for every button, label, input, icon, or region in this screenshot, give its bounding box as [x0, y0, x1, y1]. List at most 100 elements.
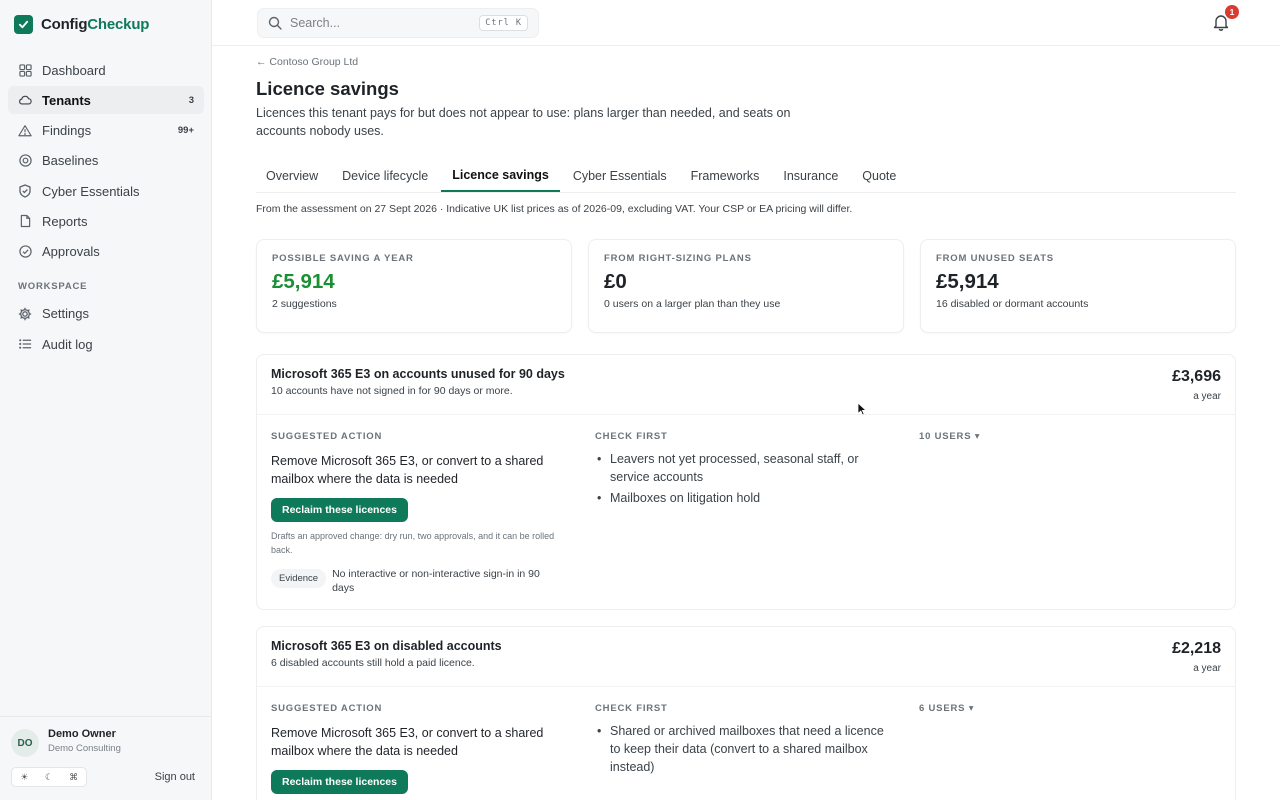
- list-item: Mailboxes on litigation hold: [595, 489, 885, 507]
- sidebar-item-label: Baselines: [42, 153, 99, 169]
- brand-logo[interactable]: ConfigCheckup: [14, 15, 149, 34]
- check-list: Leavers not yet processed, seasonal staf…: [595, 450, 919, 507]
- user-panel: DO Demo Owner Demo Consulting ☀ ☾ ⌘ Sign…: [0, 716, 212, 800]
- users-toggle[interactable]: 6 USERS ▾: [919, 703, 1219, 714]
- brand-suffix: Checkup: [87, 16, 150, 33]
- topbar: Search... Ctrl K 1: [212, 0, 1280, 46]
- users-toggle[interactable]: 10 USERS ▾: [919, 431, 1219, 442]
- tab-quote[interactable]: Quote: [851, 160, 907, 192]
- sidebar-item-audit-log[interactable]: Audit log: [8, 330, 204, 358]
- warning-triangle-icon: [18, 124, 32, 138]
- sign-out-link[interactable]: Sign out: [155, 771, 195, 783]
- reclaim-licences-button[interactable]: Reclaim these licences: [271, 770, 408, 794]
- search-input[interactable]: Search... Ctrl K: [257, 8, 539, 38]
- action-column: SUGGESTED ACTION Remove Microsoft 365 E3…: [271, 431, 595, 595]
- users-column: 6 USERS ▾: [919, 703, 1219, 794]
- sidebar-item-label: Settings: [42, 306, 89, 322]
- stat-value: £0: [604, 270, 627, 293]
- card-body: SUGGESTED ACTION Remove Microsoft 365 E3…: [257, 415, 1235, 609]
- action-column: SUGGESTED ACTION Remove Microsoft 365 E3…: [271, 703, 595, 794]
- sidebar-item-label: Audit log: [42, 336, 93, 352]
- tab-device-lifecycle[interactable]: Device lifecycle: [331, 160, 439, 192]
- stat-value: £5,914: [936, 270, 999, 293]
- tab-cyber-essentials[interactable]: Cyber Essentials: [562, 160, 678, 192]
- count-badge: 99+: [177, 125, 194, 137]
- evidence-row: Evidence No interactive or non-interacti…: [271, 567, 595, 595]
- sidebar-item-settings[interactable]: Settings: [8, 300, 204, 328]
- check-list: Shared or archived mailboxes that need a…: [595, 722, 919, 776]
- sidebar-item-label: Findings: [42, 123, 92, 139]
- card-header[interactable]: Microsoft 365 E3 on disabled accounts 6 …: [257, 627, 1235, 687]
- sidebar-item-baselines[interactable]: Baselines: [8, 147, 204, 175]
- section-label: CHECK FIRST: [595, 431, 668, 442]
- action-text: Remove Microsoft 365 E3, or convert to a…: [271, 454, 544, 486]
- shield-check-icon: [18, 184, 32, 198]
- card-subtitle: 6 disabled accounts still hold a paid li…: [271, 657, 475, 669]
- check-circle-icon: [18, 245, 32, 259]
- document-icon: [18, 214, 32, 228]
- sidebar-item-dashboard[interactable]: Dashboard: [8, 56, 204, 84]
- sidebar-item-approvals[interactable]: Approvals: [8, 238, 204, 266]
- check-column: CHECK FIRST Leavers not yet processed, s…: [595, 431, 919, 595]
- sun-icon[interactable]: ☀: [12, 768, 37, 786]
- card-subtitle: 10 accounts have not signed in for 90 da…: [271, 385, 513, 397]
- sidebar-item-label: Reports: [42, 213, 88, 229]
- notification-badge: 1: [1225, 5, 1239, 19]
- command-icon[interactable]: ⌘: [61, 768, 86, 786]
- tab-licence-savings[interactable]: Licence savings: [441, 160, 560, 192]
- mouse-cursor-icon: [857, 402, 868, 416]
- card-header[interactable]: Microsoft 365 E3 on accounts unused for …: [257, 355, 1235, 415]
- evidence-tag: Evidence: [271, 569, 327, 588]
- list-item: Leavers not yet processed, seasonal staf…: [595, 450, 885, 486]
- list-item: Shared or archived mailboxes that need a…: [595, 722, 885, 776]
- suggestion-card: Microsoft 365 E3 on disabled accounts 6 …: [256, 626, 1236, 800]
- stat-card-right-sizing: FROM RIGHT-SIZING PLANS £0 0 users on a …: [588, 239, 904, 333]
- grid-icon: [18, 63, 32, 77]
- section-label: SUGGESTED ACTION: [271, 431, 383, 442]
- users-column: 10 USERS ▾: [919, 431, 1219, 595]
- avatar[interactable]: DO: [11, 729, 39, 757]
- search-icon: [268, 16, 282, 30]
- card-amount: £2,218: [1172, 640, 1221, 657]
- pricing-note: From the assessment on 27 Sept 2026 · In…: [256, 203, 853, 215]
- card-period: a year: [1193, 663, 1221, 674]
- tab-insurance[interactable]: Insurance: [772, 160, 849, 192]
- card-title: Microsoft 365 E3 on disabled accounts: [271, 639, 502, 653]
- stat-sub: 16 disabled or dormant accounts: [936, 298, 1089, 310]
- page-description: Licences this tenant pays for but does n…: [256, 106, 791, 138]
- evidence-text: No interactive or non-interactive sign-i…: [332, 568, 540, 594]
- theme-toggle: ☀ ☾ ⌘: [11, 767, 87, 787]
- moon-icon[interactable]: ☾: [37, 768, 62, 786]
- stat-card-unused-seats: FROM UNUSED SEATS £5,914 16 disabled or …: [920, 239, 1236, 333]
- sidebar-item-label: Tenants: [42, 92, 91, 108]
- brand-name: ConfigCheckup: [41, 16, 149, 33]
- section-label: SUGGESTED ACTION: [271, 703, 383, 714]
- page-title: Licence savings: [256, 78, 399, 99]
- sidebar-item-findings[interactable]: Findings 99+: [8, 117, 204, 145]
- sidebar-item-tenants[interactable]: Tenants 3: [8, 86, 204, 115]
- main-area: Search... Ctrl K 1 ← Contoso Group Ltd L…: [212, 0, 1280, 800]
- card-period: a year: [1193, 391, 1221, 402]
- stat-card-total: POSSIBLE SAVING A YEAR £5,914 2 suggesti…: [256, 239, 572, 333]
- stat-sub: 2 suggestions: [272, 298, 337, 310]
- card-body: SUGGESTED ACTION Remove Microsoft 365 E3…: [257, 687, 1235, 800]
- tab-frameworks[interactable]: Frameworks: [680, 160, 771, 192]
- gear-icon: [18, 307, 32, 321]
- action-text: Remove Microsoft 365 E3, or convert to a…: [271, 726, 544, 758]
- stat-label: FROM RIGHT-SIZING PLANS: [604, 253, 752, 264]
- sidebar-item-label: Dashboard: [42, 62, 106, 78]
- sidebar-item-label: Cyber Essentials: [42, 183, 140, 199]
- sidebar-item-label: Approvals: [42, 244, 100, 260]
- keyboard-shortcut: Ctrl K: [479, 15, 528, 31]
- tab-overview[interactable]: Overview: [256, 160, 329, 192]
- cloud-icon: [18, 93, 32, 107]
- check-column: CHECK FIRST Shared or archived mailboxes…: [595, 703, 919, 794]
- sidebar-item-reports[interactable]: Reports: [8, 207, 204, 235]
- sidebar-item-cyber-essentials[interactable]: Cyber Essentials: [8, 177, 204, 205]
- user-org: Demo Consulting: [48, 743, 121, 754]
- reclaim-licences-button[interactable]: Reclaim these licences: [271, 498, 408, 522]
- section-label: CHECK FIRST: [595, 703, 668, 714]
- breadcrumb[interactable]: ← Contoso Group Ltd: [256, 56, 1236, 74]
- suggestion-card: Microsoft 365 E3 on accounts unused for …: [256, 354, 1236, 610]
- search-placeholder: Search...: [290, 16, 341, 30]
